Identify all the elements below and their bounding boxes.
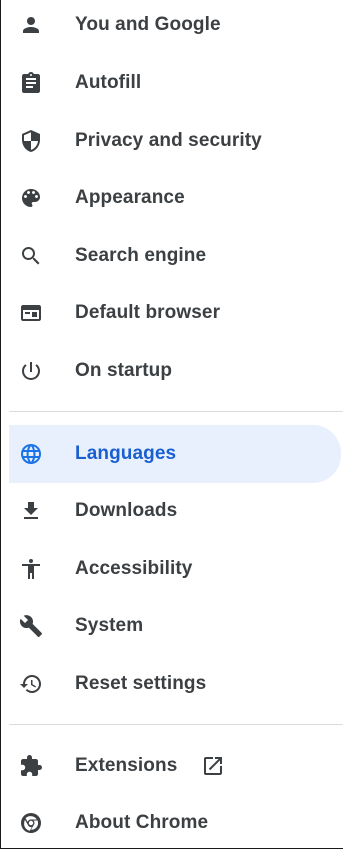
chrome-icon [19,811,43,835]
globe-icon [19,442,43,466]
puzzle-icon [19,754,43,778]
menu-item-search-engine[interactable]: Search engine [9,228,341,284]
menu-item-label: Extensions [75,755,178,776]
menu-item-autofill[interactable]: Autofill [9,55,341,111]
search-icon [19,244,43,268]
menu-divider [9,411,343,412]
menu-item-label: Downloads [75,500,178,521]
settings-sidebar: You and Google Autofill Privacy and secu… [0,0,343,849]
menu-item-label: You and Google [75,14,221,35]
shield-icon [19,129,43,153]
person-icon [19,13,43,37]
browser-window-icon [19,301,43,325]
restore-icon [19,672,43,696]
palette-icon [19,186,43,210]
clipboard-icon [19,71,43,95]
menu-item-system[interactable]: System [9,598,341,654]
menu-item-extensions[interactable]: Extensions [9,738,341,794]
menu-item-default-browser[interactable]: Default browser [9,285,341,341]
menu-item-on-startup[interactable]: On startup [9,343,341,399]
open-in-new-icon[interactable] [201,754,225,778]
menu-item-label: Appearance [75,187,185,208]
menu-item-label: Privacy and security [75,130,262,151]
menu-item-label: About Chrome [75,812,209,833]
accessibility-icon [19,557,43,581]
menu-item-label: On startup [75,360,173,381]
menu-item-label: Languages [75,443,177,464]
menu-item-accessibility[interactable]: Accessibility [9,541,341,597]
menu-item-about-chrome[interactable]: About Chrome [9,795,341,851]
wrench-icon [19,614,43,638]
menu-item-languages[interactable]: Languages [9,425,341,483]
menu-item-reset-settings[interactable]: Reset settings [9,656,341,712]
menu-item-label: System [75,615,144,636]
menu-item-appearance[interactable]: Appearance [9,170,341,226]
menu-item-label: Search engine [75,245,207,266]
menu-divider [9,724,343,725]
power-icon [19,359,43,383]
menu-item-label: Accessibility [75,558,193,579]
menu-item-label: Autofill [75,72,142,93]
menu-item-downloads[interactable]: Downloads [9,483,341,539]
download-icon [19,499,43,523]
menu-item-label: Reset settings [75,673,207,694]
menu-item-you-and-google[interactable]: You and Google [9,0,341,53]
menu-item-privacy-and-security[interactable]: Privacy and security [9,113,341,169]
menu-item-label: Default browser [75,302,221,323]
